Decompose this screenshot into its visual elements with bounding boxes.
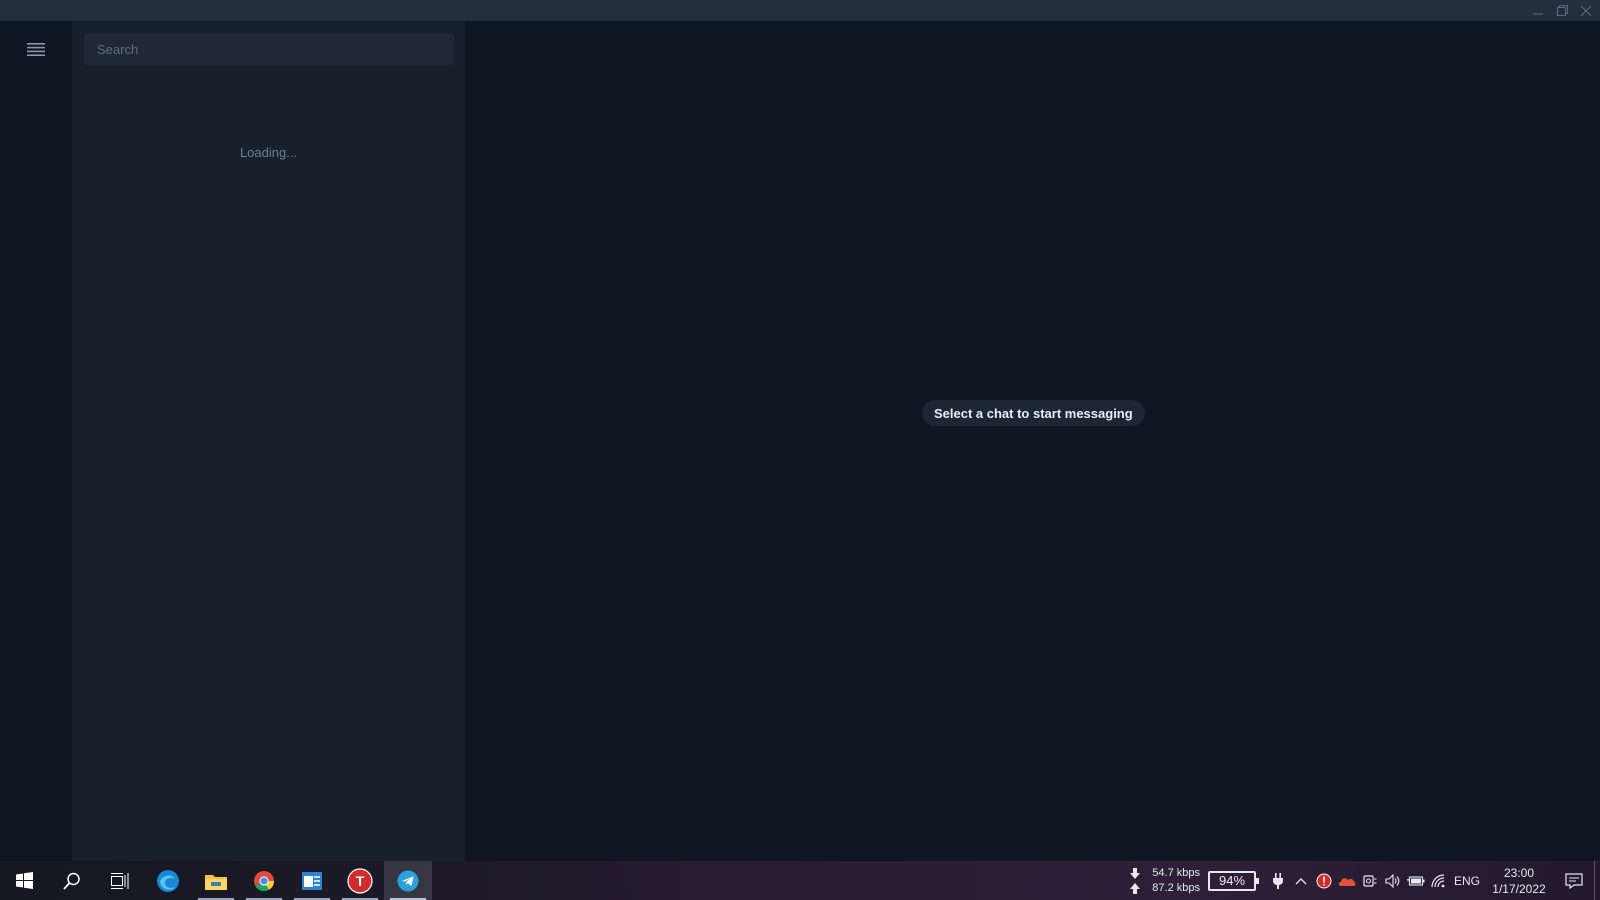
svg-text:T: T xyxy=(356,873,365,889)
battery-charging-icon xyxy=(1406,875,1424,886)
taskbar-search-button[interactable] xyxy=(48,861,96,900)
input-language[interactable]: ENG xyxy=(1450,874,1484,888)
cloud-icon xyxy=(1338,877,1355,886)
edge-button[interactable] xyxy=(144,861,192,900)
telegram-icon xyxy=(397,870,419,891)
download-arrow-icon xyxy=(1130,867,1140,879)
app-window-icon xyxy=(302,871,322,890)
close-icon xyxy=(1581,5,1591,16)
search-input[interactable] xyxy=(84,33,454,65)
hamburger-menu-icon xyxy=(27,42,45,56)
empty-state-message: Select a chat to start messaging xyxy=(922,400,1145,426)
volume-tray[interactable] xyxy=(1381,861,1404,900)
system-tray: 54.7 kbps 87.2 kbps 94% ENG 23:00 1/17/2… xyxy=(1130,861,1600,900)
minimize-button[interactable] xyxy=(1530,3,1546,19)
clock[interactable]: 23:00 1/17/2022 xyxy=(1484,865,1554,897)
power-plug-tray[interactable] xyxy=(1266,861,1289,900)
download-speed: 54.7 kbps xyxy=(1130,866,1200,881)
task-view-button[interactable] xyxy=(96,861,144,900)
chrome-button[interactable] xyxy=(240,861,288,900)
power-plug-icon xyxy=(1272,872,1283,889)
main-menu-button[interactable] xyxy=(22,37,50,61)
left-rail xyxy=(0,21,72,861)
volume-icon xyxy=(1384,873,1399,888)
clock-time: 23:00 xyxy=(1503,865,1535,880)
notification-icon xyxy=(1565,872,1583,889)
telegram-button[interactable] xyxy=(384,861,432,900)
taskbar-apps: T xyxy=(0,861,432,900)
t-app-button[interactable]: T xyxy=(336,861,384,900)
chevron-up-icon xyxy=(1295,877,1306,884)
cloud-tray[interactable] xyxy=(1335,861,1358,900)
restore-button[interactable] xyxy=(1554,3,1570,19)
clock-date: 1/17/2022 xyxy=(1492,881,1546,896)
alert-icon xyxy=(1316,873,1331,888)
wifi-icon xyxy=(1430,873,1444,887)
edge-browser-icon xyxy=(157,869,179,892)
t-app-icon: T xyxy=(347,867,373,894)
app-window-button[interactable] xyxy=(288,861,336,900)
windows-logo-icon xyxy=(15,872,33,889)
chrome-icon xyxy=(254,870,275,891)
restore-icon xyxy=(1556,5,1568,16)
start-button[interactable] xyxy=(0,861,48,900)
file-explorer-button[interactable] xyxy=(192,861,240,900)
upload-arrow-icon xyxy=(1130,882,1140,894)
title-bar xyxy=(0,0,1600,21)
battery-percentage[interactable]: 94% xyxy=(1208,870,1259,891)
search-box[interactable] xyxy=(84,33,454,65)
window-controls xyxy=(1530,0,1594,21)
device-icon xyxy=(1362,874,1376,887)
minimize-icon xyxy=(1533,13,1543,14)
task-view-icon xyxy=(111,872,129,889)
taskbar: T 54.7 kbps 87.2 kbps 94% ENG 23:00 1/17… xyxy=(0,861,1600,900)
chat-view: Select a chat to start messaging xyxy=(465,21,1600,861)
show-hidden-icons-button[interactable] xyxy=(1289,861,1312,900)
battery-tray[interactable] xyxy=(1404,861,1427,900)
search-icon xyxy=(63,872,80,890)
chat-list-panel: Loading... xyxy=(72,21,465,861)
wifi-tray[interactable] xyxy=(1427,861,1450,900)
upload-speed: 87.2 kbps xyxy=(1130,881,1200,896)
close-button[interactable] xyxy=(1578,3,1594,19)
action-center-button[interactable] xyxy=(1554,861,1594,900)
folder-icon xyxy=(205,874,227,890)
network-speed: 54.7 kbps 87.2 kbps xyxy=(1130,866,1200,896)
loading-text: Loading... xyxy=(239,145,298,160)
device-tray[interactable] xyxy=(1358,861,1381,900)
show-desktop-button[interactable] xyxy=(1594,861,1600,900)
alert-tray[interactable] xyxy=(1312,861,1335,900)
